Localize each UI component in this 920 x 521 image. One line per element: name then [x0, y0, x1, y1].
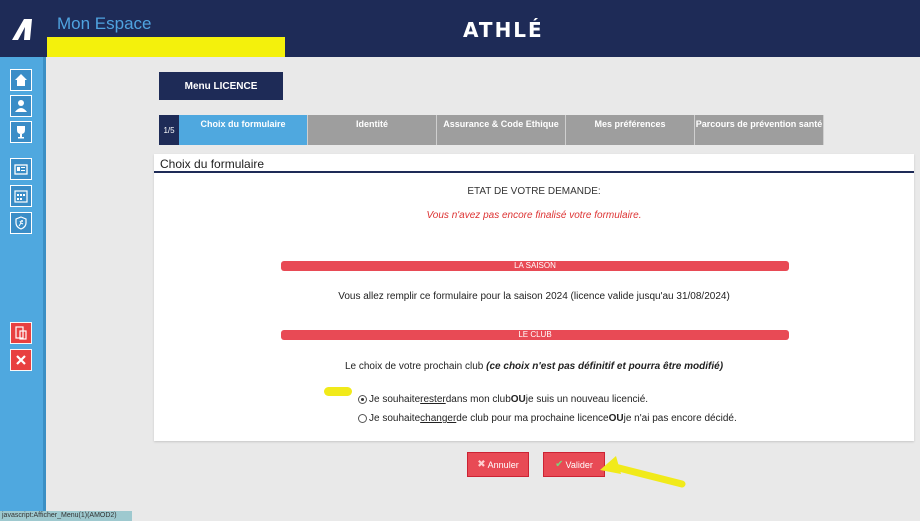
panel-title: Choix du formulaire: [154, 154, 914, 173]
club-choice-note: (ce choix n'est pas définitif et pourra …: [486, 361, 724, 372]
radio-changer[interactable]: [358, 414, 367, 423]
radio-rester[interactable]: [358, 395, 367, 404]
tab-choix-formulaire[interactable]: Choix du formulaire: [179, 115, 308, 145]
cancel-button[interactable]: ✖ Annuler: [467, 452, 529, 477]
tab-assurance[interactable]: Assurance & Code Ethique: [437, 115, 566, 145]
user-icon[interactable]: [10, 95, 32, 117]
tab-prevention-sante[interactable]: Parcours de prévention santé: [695, 115, 824, 145]
request-status-label: ETAT DE VOTRE DEMANDE:: [467, 186, 601, 197]
form-panel: Choix du formulaire ETAT DE VOTRE DEMAND…: [154, 154, 914, 441]
brand-logo: ATHLÉ: [463, 18, 544, 42]
top-bar: Mon Espace ATHLÉ: [0, 0, 920, 57]
saison-section-bar: LA SAISON: [281, 261, 789, 271]
club-choice-text: Le choix de votre prochain club (ce choi…: [154, 361, 914, 372]
not-finalized-message: Vous n'avez pas encore finalisé votre fo…: [426, 210, 642, 221]
athle-logo-icon[interactable]: [8, 14, 38, 44]
club-section-bar: LE CLUB: [281, 330, 789, 340]
club-choice-label: Le choix de votre prochain club: [344, 361, 484, 372]
tab-preferences[interactable]: Mes préférences: [566, 115, 695, 145]
status-bar: javascript:Afficher_Menu(1)(AMOD2): [0, 511, 132, 521]
close-icon[interactable]: [10, 349, 32, 371]
validate-button[interactable]: ✔ Valider: [543, 452, 605, 477]
highlight-mark: [47, 37, 285, 57]
highlight-mark: [324, 387, 352, 396]
form-steps-tabs: 1/5 Choix du formulaire Identité Assuran…: [159, 115, 824, 145]
saison-text: Vous allez remplir ce formulaire pour la…: [338, 291, 730, 302]
step-indicator: 1/5: [159, 115, 179, 145]
id-card-icon[interactable]: [10, 158, 32, 180]
cross-icon: ✖: [477, 459, 486, 470]
sidebar: [0, 57, 46, 521]
runner-shield-icon[interactable]: [10, 212, 32, 234]
tab-identite[interactable]: Identité: [308, 115, 437, 145]
menu-licence-button[interactable]: Menu LICENCE: [159, 72, 283, 100]
mobile-icon[interactable]: [10, 322, 32, 344]
calendar-icon[interactable]: [10, 185, 32, 207]
option-rester[interactable]: Je souhaite rester dans mon club OU je s…: [358, 394, 648, 405]
page-title: Mon Espace: [57, 14, 152, 33]
option-changer[interactable]: Je souhaite changer de club pour ma proc…: [358, 413, 737, 424]
home-icon[interactable]: [10, 69, 32, 91]
check-icon: ✔: [555, 459, 564, 470]
trophy-icon[interactable]: [10, 121, 32, 143]
